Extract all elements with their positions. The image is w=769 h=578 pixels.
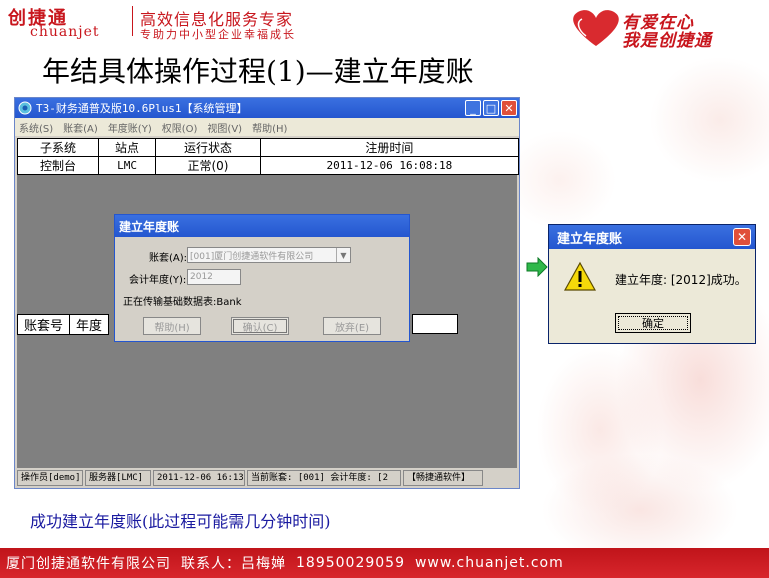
menu-bar: 系统(S) 账套(A) 年度账(Y) 权限(O) 视图(V) 帮助(H) [15, 118, 519, 136]
close-icon: ✕ [736, 230, 748, 244]
maximize-icon: □ [485, 101, 497, 115]
status-brand: 【畅捷通软件】 [403, 470, 483, 486]
status-server: 服务器[LMC] [85, 470, 151, 486]
status-operator: 操作员[demo] [17, 470, 83, 486]
cell-register-time: 2011-12-06 16:08:18 [259, 156, 520, 175]
message-box-title: 建立年度账 [549, 225, 755, 249]
table-row[interactable]: 控制台 LMC 正常(0) 2011-12-06 16:08:18 [17, 156, 520, 175]
cell-run-status: 正常(0) [155, 156, 261, 175]
status-time: 2011-12-06 16:13 [153, 470, 245, 486]
cell-site: LMC [97, 156, 157, 175]
table-header-row: 子系统 站点 运行状态 注册时间 [17, 138, 520, 157]
maximize-button[interactable]: □ [483, 100, 499, 116]
menu-system[interactable]: 系统(S) [19, 120, 53, 135]
year-input[interactable]: 2012 [187, 269, 241, 285]
arrow-right-icon [526, 257, 548, 277]
menu-permission[interactable]: 权限(O) [162, 120, 198, 135]
menu-year-account[interactable]: 年度账(Y) [108, 120, 152, 135]
app-icon [18, 101, 32, 115]
year-label: 会计年度(Y): [129, 275, 187, 286]
progress-text: 正在传输基础数据表:Bank [123, 297, 242, 308]
ok-button[interactable]: 确定 [615, 313, 691, 333]
table-header-extension [412, 314, 458, 334]
account-label: 账套(A): [149, 253, 188, 264]
slide-title: 年结具体操作过程(1)—建立年度账 [42, 55, 474, 88]
main-window-title: T3-财务通普及版10.6Plus1【系统管理】 [36, 102, 248, 115]
dialog-title: 建立年度账 [115, 215, 409, 237]
col-subsystem[interactable]: 子系统 [17, 138, 99, 157]
minimize-icon: _ [470, 101, 476, 115]
account-select-value: [001]厦门创捷通软件有限公司 [190, 251, 314, 262]
status-current-account: 当前账套: [001] 会计年度: [2 [247, 470, 401, 486]
footer-phone: 18950029059 [296, 555, 405, 571]
subsystem-table: 子系统 站点 运行状态 注册时间 控制台 LMC 正常(0) 2011-12-0… [17, 138, 520, 175]
close-button[interactable]: ✕ [501, 100, 517, 116]
col-site[interactable]: 站点 [97, 138, 157, 157]
menu-help[interactable]: 帮助(H) [252, 120, 287, 135]
cell-subsystem: 控制台 [17, 156, 99, 175]
message-close-button[interactable]: ✕ [733, 228, 751, 246]
menu-account[interactable]: 账套(A) [63, 120, 98, 135]
brand-name-en: chuanjet [30, 24, 100, 40]
heart-slogan-line2: 我是创捷通 [622, 31, 712, 51]
footer-website[interactable]: www.chuanjet.com [415, 555, 564, 571]
cancel-button[interactable]: 放弃(E) [323, 317, 381, 335]
help-button[interactable]: 帮助(H) [143, 317, 201, 335]
close-icon: ✕ [504, 101, 514, 115]
brand-divider [132, 6, 133, 36]
table-header-row: 账套号 年度 [16, 314, 110, 335]
message-text: 建立年度: [2012]成功。 [615, 273, 747, 287]
footer-contact: 联系人：吕梅婵 [181, 556, 286, 572]
col-year[interactable]: 年度 [69, 314, 110, 335]
year-input-value: 2012 [190, 272, 213, 282]
main-window-titlebar[interactable]: T3-财务通普及版10.6Plus1【系统管理】 _ □ ✕ [15, 98, 519, 118]
success-message-box: 建立年度账 ✕ 建立年度: [2012]成功。 确定 [548, 224, 756, 344]
slide-caption: 成功建立年度账(此过程可能需几分钟时间) [30, 512, 331, 531]
create-year-account-dialog: 建立年度账 账套(A): [001]厦门创捷通软件有限公司 ▼ 会计年度(Y):… [114, 214, 410, 342]
col-run-status[interactable]: 运行状态 [155, 138, 261, 157]
year-account-table: 账套号 年度 [16, 314, 110, 335]
footer-company: 厦门创捷通软件有限公司 [6, 556, 171, 572]
status-bar: 操作员[demo] 服务器[LMC] 2011-12-06 16:13 当前账套… [17, 470, 517, 486]
confirm-button[interactable]: 确认(C) [231, 317, 289, 335]
account-select[interactable]: [001]厦门创捷通软件有限公司 ▼ [187, 247, 351, 263]
col-account-no[interactable]: 账套号 [16, 314, 71, 335]
chevron-down-icon[interactable]: ▼ [336, 248, 350, 262]
warning-icon [563, 261, 597, 291]
col-register-time[interactable]: 注册时间 [259, 138, 520, 157]
minimize-button[interactable]: _ [465, 100, 481, 116]
menu-view[interactable]: 视图(V) [207, 120, 242, 135]
footer-bar: 厦门创捷通软件有限公司 联系人：吕梅婵 18950029059 www.chua… [0, 548, 769, 578]
slogan-sub: 专助力中小型企业幸福成长 [140, 28, 296, 41]
